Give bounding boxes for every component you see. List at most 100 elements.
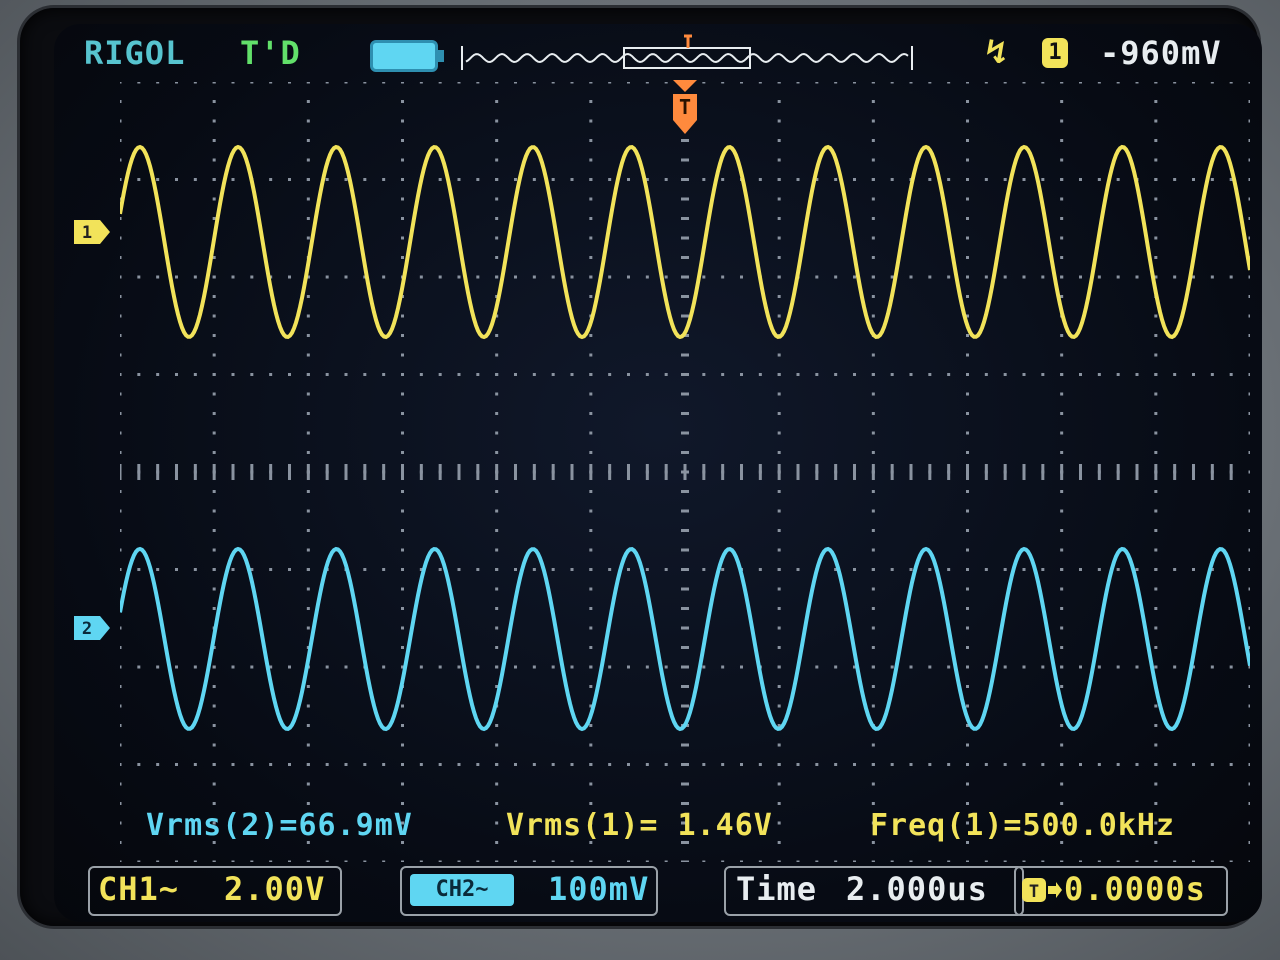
grid-dot — [966, 431, 969, 435]
grid-dot — [890, 178, 894, 181]
grid-dot — [871, 82, 875, 84]
grid-dot — [120, 100, 122, 103]
grid-dot — [966, 782, 969, 786]
grid-dot — [419, 763, 423, 766]
grid-dot — [401, 802, 404, 805]
grid-dot — [1116, 568, 1120, 571]
grid-dot — [702, 568, 706, 571]
grid-dot — [212, 119, 216, 123]
grid-dot — [966, 412, 969, 415]
grid-dot — [1248, 178, 1250, 181]
grid-dot — [777, 568, 781, 571]
grid-dot — [120, 685, 122, 688]
grid-dot — [721, 763, 725, 766]
grid-dot — [702, 373, 706, 376]
grid-dot — [1060, 802, 1064, 805]
grid-dot — [721, 568, 725, 571]
grid-dot — [306, 568, 310, 571]
grid-dot — [966, 646, 969, 649]
axis-tick — [681, 665, 689, 669]
grid-dot — [984, 178, 988, 181]
grid-dot — [1229, 82, 1233, 84]
ch2-marker-label: 2 — [82, 619, 92, 639]
grid-dot — [401, 334, 404, 337]
grid-dot — [1210, 275, 1214, 279]
grid-dot — [1229, 373, 1233, 376]
grid-dot — [212, 373, 216, 376]
grid-dot — [231, 763, 235, 766]
time-scale: 2.000us — [846, 870, 988, 908]
grid-dot — [947, 275, 951, 279]
grid-dot — [777, 431, 781, 435]
grid-dot — [702, 665, 706, 669]
grid-dot — [344, 82, 348, 84]
grid-dot — [325, 82, 329, 84]
grid-dot — [777, 802, 781, 805]
grid-dot — [909, 665, 913, 669]
grid-dot — [1060, 724, 1064, 727]
grid-dot — [664, 665, 668, 669]
grid-dot — [476, 275, 480, 279]
grid-dot — [306, 451, 310, 454]
ch2-scale: 100mV — [548, 870, 650, 908]
grid-dot — [156, 568, 160, 571]
grid-dot — [156, 275, 160, 279]
axis-tick — [740, 464, 743, 480]
grid-dot — [1079, 275, 1082, 279]
grid-dot — [570, 82, 574, 84]
grid-dot — [1248, 217, 1250, 220]
grid-dot — [401, 509, 404, 513]
grid-dot — [871, 782, 875, 786]
grid-dot — [871, 178, 875, 181]
grid-dot — [1060, 295, 1064, 298]
grid-dot — [966, 763, 969, 766]
axis-tick — [212, 464, 216, 480]
grid-dot — [1248, 568, 1250, 571]
grid-dot — [984, 373, 988, 376]
grid-dot — [401, 100, 404, 103]
grid-dot — [1173, 665, 1177, 669]
axis-tick — [1116, 464, 1120, 480]
grid-dot — [702, 275, 706, 279]
grid-dot — [947, 82, 951, 84]
grid-dot — [589, 529, 593, 532]
grid-dot — [966, 548, 969, 552]
grid-dot — [175, 82, 178, 84]
scope-bezel: RIGOL T'D ↯ 1 -960mV T 1 2 Vrms(2)=66.9m… — [20, 8, 1262, 926]
grid-dot — [250, 665, 254, 669]
waveform-display[interactable] — [120, 82, 1250, 862]
grid-dot — [120, 314, 122, 318]
grid-dot — [231, 178, 235, 181]
grid-dot — [608, 82, 612, 84]
grid-dot — [1041, 82, 1045, 84]
grid-dot — [966, 587, 969, 591]
grid-dot — [306, 139, 310, 142]
grid-dot — [1248, 490, 1250, 493]
grid-dot — [966, 256, 969, 259]
grid-dot — [890, 665, 894, 669]
grid-dot — [966, 82, 969, 84]
grid-dot — [1154, 626, 1158, 630]
grid-dot — [1248, 548, 1250, 552]
ch2-offset-marker[interactable]: 2 — [74, 616, 110, 640]
ch1-offset-marker[interactable]: 1 — [74, 220, 110, 244]
axis-tick — [966, 464, 969, 480]
grid-dot — [1060, 568, 1064, 571]
grid-dot — [306, 763, 310, 766]
axis-tick — [570, 464, 574, 480]
grid-dot — [325, 373, 329, 376]
axis-tick — [681, 275, 689, 279]
grid-dot — [495, 275, 499, 279]
grid-dot — [740, 275, 743, 279]
grid-dot — [796, 763, 800, 766]
grid-dot — [438, 275, 442, 279]
grid-dot — [401, 548, 404, 552]
grid-dot — [514, 178, 517, 181]
axis-tick — [681, 548, 689, 552]
grid-dot — [966, 353, 969, 357]
grid-dot — [1154, 392, 1158, 396]
grid-dot — [758, 373, 762, 376]
grid-dot — [871, 509, 875, 513]
axis-tick — [363, 464, 367, 480]
trigger-position-marker-icon[interactable]: T — [670, 78, 700, 138]
